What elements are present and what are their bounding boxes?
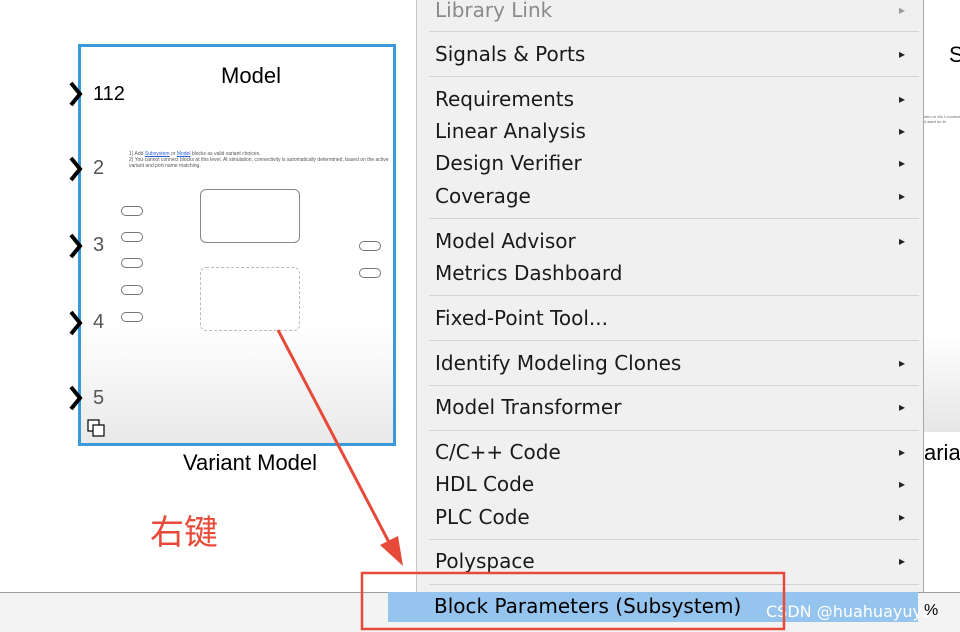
- right-click-annotation: 右键: [150, 513, 218, 553]
- menu-separator: [429, 295, 919, 296]
- submenu-arrow-icon: ▸: [898, 510, 905, 524]
- menu-item-model-transformer[interactable]: Model Transformer ▸: [427, 391, 919, 423]
- mini-outport: [359, 268, 381, 278]
- subsystem-choice-1[interactable]: [200, 189, 300, 243]
- second-block-notes: stem or Mo t connect bl ased on th: [923, 114, 960, 124]
- menu-item-polyspace[interactable]: Polyspace ▸: [427, 545, 919, 577]
- mini-inport: [121, 285, 143, 295]
- variant-model-block[interactable]: Model 112 2 3 4 5 1) Add Subsystem or Mo…: [69, 44, 399, 446]
- context-menu[interactable]: Library Link ▸ Signals & Ports ▸ Require…: [416, 0, 924, 592]
- menu-item-label: Coverage: [435, 184, 531, 208]
- submenu-arrow-icon: ▸: [898, 356, 905, 370]
- submenu-arrow-icon: ▸: [898, 3, 905, 17]
- inport-arrow-icon: [69, 233, 83, 259]
- menu-separator: [429, 385, 919, 386]
- menu-item-metrics-dashboard[interactable]: Metrics Dashboard: [427, 257, 919, 289]
- port-label-2: 2: [93, 157, 105, 179]
- submenu-arrow-icon: ▸: [898, 189, 905, 203]
- mini-outport: [359, 241, 381, 251]
- mini-inport: [121, 312, 143, 322]
- zoom-indicator: %: [924, 602, 939, 619]
- menu-item-label: Model Advisor: [435, 229, 576, 253]
- submenu-arrow-icon: ▸: [898, 400, 905, 414]
- mini-inport: [121, 206, 143, 216]
- inport-arrow-icon: [69, 156, 83, 182]
- menu-item-label: Requirements: [435, 87, 575, 111]
- submenu-arrow-icon: ▸: [898, 156, 905, 170]
- menu-item-requirements[interactable]: Requirements ▸: [427, 83, 919, 115]
- menu-item-fixed-point-tool[interactable]: Fixed-Point Tool...: [427, 302, 919, 334]
- second-block-title: S: [949, 42, 960, 67]
- menu-item-label: C/C++ Code: [435, 440, 561, 464]
- inport-arrow-icon: [69, 310, 83, 336]
- menu-item-hdl-code[interactable]: HDL Code ▸: [427, 468, 919, 500]
- menu-item-label: HDL Code: [435, 472, 535, 496]
- menu-separator: [429, 539, 919, 540]
- menu-separator: [429, 31, 919, 32]
- menu-item-label: Metrics Dashboard: [435, 261, 623, 285]
- second-block-partial[interactable]: S stem or Mo t connect bl ased on th: [920, 30, 960, 432]
- menu-item-plc-code[interactable]: PLC Code ▸: [427, 501, 919, 533]
- submenu-arrow-icon: ▸: [898, 124, 905, 138]
- menu-item-label: Linear Analysis: [435, 119, 586, 143]
- block-caption: Variant Model: [182, 450, 318, 475]
- menu-item-label: Signals & Ports: [435, 42, 586, 66]
- menu-item-label: Fixed-Point Tool...: [435, 306, 608, 330]
- inport-arrow-icon: [69, 81, 83, 107]
- variant-notes: 1) Add Subsystem or Model blocks as vali…: [129, 151, 399, 169]
- port-label-5: 5: [93, 387, 105, 409]
- menu-item-design-verifier[interactable]: Design Verifier ▸: [427, 147, 919, 179]
- menu-separator: [429, 218, 919, 219]
- menu-item-c-cpp-code[interactable]: C/C++ Code ▸: [427, 436, 919, 468]
- menu-separator: [429, 584, 919, 585]
- notes-line-2: 2) You cannot connect blocks at this lev…: [129, 157, 389, 169]
- menu-item-coverage[interactable]: Coverage ▸: [427, 180, 919, 212]
- submenu-arrow-icon: ▸: [898, 234, 905, 248]
- menu-item-label: Block Parameters (Subsystem): [434, 594, 742, 618]
- watermark-text: CSDN @huahuayuyu: [766, 602, 933, 621]
- inport-arrow-icon: [69, 385, 83, 411]
- menu-item-label: Model Transformer: [435, 395, 622, 419]
- submenu-arrow-icon: ▸: [898, 477, 905, 491]
- menu-item-linear-analysis[interactable]: Linear Analysis ▸: [427, 115, 919, 147]
- menu-item-model-advisor[interactable]: Model Advisor ▸: [427, 225, 919, 257]
- menu-item-label: Identify Modeling Clones: [435, 351, 682, 375]
- mini-inport: [121, 232, 143, 242]
- menu-separator: [429, 340, 919, 341]
- port-label-4: 4: [93, 311, 105, 333]
- menu-item-label: PLC Code: [435, 505, 530, 529]
- variant-badge-icon: [87, 419, 105, 437]
- menu-item-identify-modeling-clones[interactable]: Identify Modeling Clones ▸: [427, 347, 919, 379]
- port-label-1: 112: [93, 83, 125, 105]
- second-block-caption: aria: [924, 440, 960, 465]
- subsystem-choice-2[interactable]: [200, 267, 300, 331]
- menu-separator: [429, 76, 919, 77]
- menu-item-signals-ports[interactable]: Signals & Ports ▸: [427, 38, 919, 70]
- submenu-arrow-icon: ▸: [898, 445, 905, 459]
- mini-inport: [121, 258, 143, 268]
- menu-separator: [429, 430, 919, 431]
- submenu-arrow-icon: ▸: [898, 92, 905, 106]
- submenu-arrow-icon: ▸: [898, 554, 905, 568]
- menu-item-label: Design Verifier: [435, 151, 582, 175]
- menu-item-library-link[interactable]: Library Link ▸: [427, 0, 919, 26]
- menu-item-label: Library Link: [435, 0, 553, 22]
- port-label-3: 3: [93, 234, 105, 256]
- submenu-arrow-icon: ▸: [898, 47, 905, 61]
- block-title: Model: [221, 63, 281, 88]
- menu-item-label: Polyspace: [435, 549, 535, 573]
